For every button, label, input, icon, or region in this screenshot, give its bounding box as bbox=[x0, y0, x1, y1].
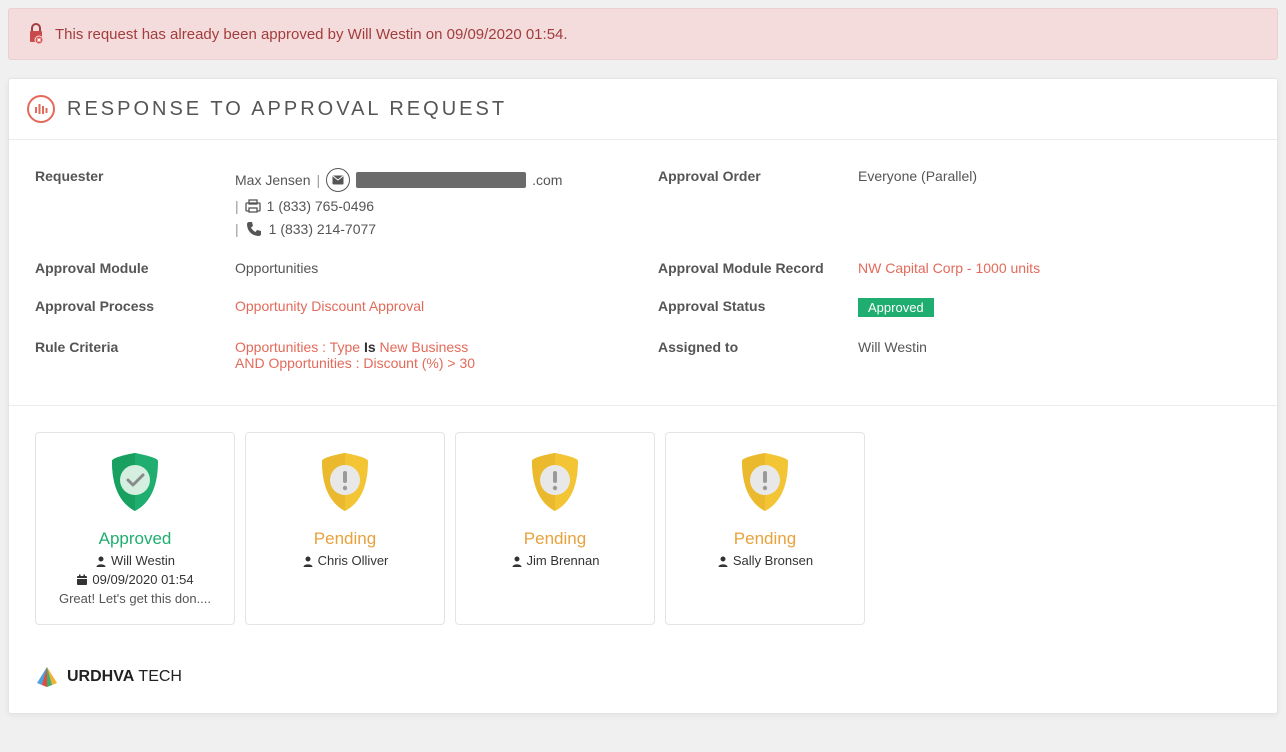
lock-denied-icon bbox=[27, 23, 45, 45]
rule-and: AND bbox=[235, 355, 265, 371]
card-header: RESPONSE TO APPROVAL REQUEST bbox=[9, 79, 1277, 140]
rule-field-1[interactable]: Opportunities : Type bbox=[235, 339, 360, 355]
page-title: RESPONSE TO APPROVAL REQUEST bbox=[67, 98, 507, 121]
alert-banner: This request has already been approved b… bbox=[8, 8, 1278, 60]
separator: | bbox=[235, 198, 239, 214]
rule-value-1[interactable]: New Business bbox=[380, 339, 469, 355]
response-card: RESPONSE TO APPROVAL REQUEST Requester M… bbox=[8, 78, 1278, 714]
email-redacted bbox=[356, 172, 526, 188]
brand-bold: URDHVA bbox=[67, 668, 134, 685]
approver-name: Jim Brennan bbox=[511, 553, 600, 568]
approval-order-value: Everyone (Parallel) bbox=[858, 168, 1251, 184]
approver-status: Approved bbox=[99, 529, 172, 549]
approval-module-value: Opportunities bbox=[235, 260, 628, 276]
brand-logo-icon bbox=[35, 665, 59, 689]
person-icon bbox=[302, 555, 314, 567]
approver-card: Pending Chris Olliver bbox=[245, 432, 445, 625]
separator: | bbox=[316, 172, 320, 188]
rule-criteria-label: Rule Criteria bbox=[35, 339, 205, 355]
rule-value-2[interactable]: 30 bbox=[460, 355, 476, 371]
footer: URDHVA TECH bbox=[9, 651, 1277, 713]
approver-name: Sally Bronsen bbox=[717, 553, 813, 568]
requester-label: Requester bbox=[35, 168, 205, 184]
approval-order-label: Approval Order bbox=[658, 168, 828, 184]
approval-module-label: Approval Module bbox=[35, 260, 205, 276]
shield-pending-icon bbox=[310, 447, 380, 517]
requester-value: Max Jensen | .com | 1 (833) 765-0496 | bbox=[235, 168, 628, 238]
approver-status: Pending bbox=[524, 529, 586, 549]
approval-status-label: Approval Status bbox=[658, 298, 828, 314]
brand-text: URDHVA TECH bbox=[67, 668, 182, 686]
phone-icon bbox=[245, 220, 263, 238]
rule-op-is: Is bbox=[364, 339, 376, 355]
requester-phone: 1 (833) 214-7077 bbox=[269, 221, 376, 237]
requester-name: Max Jensen bbox=[235, 172, 310, 188]
approver-card: Pending Jim Brennan bbox=[455, 432, 655, 625]
approver-status: Pending bbox=[314, 529, 376, 549]
approvers-row: Approved Will Westin 09/09/2020 01:54 Great… bbox=[9, 406, 1277, 651]
person-icon bbox=[95, 555, 107, 567]
approval-process-label: Approval Process bbox=[35, 298, 205, 314]
approver-card: Pending Sally Bronsen bbox=[665, 432, 865, 625]
rule-criteria-value: Opportunities : Type Is New Business AND… bbox=[235, 339, 628, 371]
approver-card: Approved Will Westin 09/09/2020 01:54 Great… bbox=[35, 432, 235, 625]
approval-status-value: Approved bbox=[858, 298, 1251, 317]
shield-pending-icon bbox=[520, 447, 590, 517]
alert-message: This request has already been approved b… bbox=[55, 26, 568, 43]
calendar-icon bbox=[76, 574, 88, 586]
person-icon bbox=[511, 555, 523, 567]
approver-name: Will Westin bbox=[95, 553, 175, 568]
rule-field-2[interactable]: Opportunities : Discount (%) bbox=[268, 355, 443, 371]
approver-date: 09/09/2020 01:54 bbox=[76, 572, 193, 587]
approval-module-record-label: Approval Module Record bbox=[658, 260, 828, 276]
email-suffix: .com bbox=[532, 172, 562, 188]
approver-status: Pending bbox=[734, 529, 796, 549]
person-icon bbox=[717, 555, 729, 567]
separator: | bbox=[235, 221, 239, 237]
email-icon[interactable] bbox=[326, 168, 350, 192]
shield-pending-icon bbox=[730, 447, 800, 517]
details-grid: Requester Max Jensen | .com | 1 (833) 76… bbox=[9, 140, 1277, 406]
equalizer-icon bbox=[27, 95, 55, 123]
assigned-to-label: Assigned to bbox=[658, 339, 828, 355]
requester-fax: 1 (833) 765-0496 bbox=[267, 198, 374, 214]
shield-check-icon bbox=[100, 447, 170, 517]
rule-op-gt: > bbox=[447, 355, 455, 371]
approval-process-link[interactable]: Opportunity Discount Approval bbox=[235, 298, 628, 314]
approver-comment: Great! Let's get this don.... bbox=[59, 591, 211, 606]
brand-light: TECH bbox=[134, 668, 182, 685]
assigned-to-value: Will Westin bbox=[858, 339, 1251, 355]
fax-icon bbox=[245, 199, 261, 213]
approval-module-record-link[interactable]: NW Capital Corp - 1000 units bbox=[858, 260, 1251, 276]
approver-name: Chris Olliver bbox=[302, 553, 389, 568]
status-badge: Approved bbox=[858, 298, 934, 317]
